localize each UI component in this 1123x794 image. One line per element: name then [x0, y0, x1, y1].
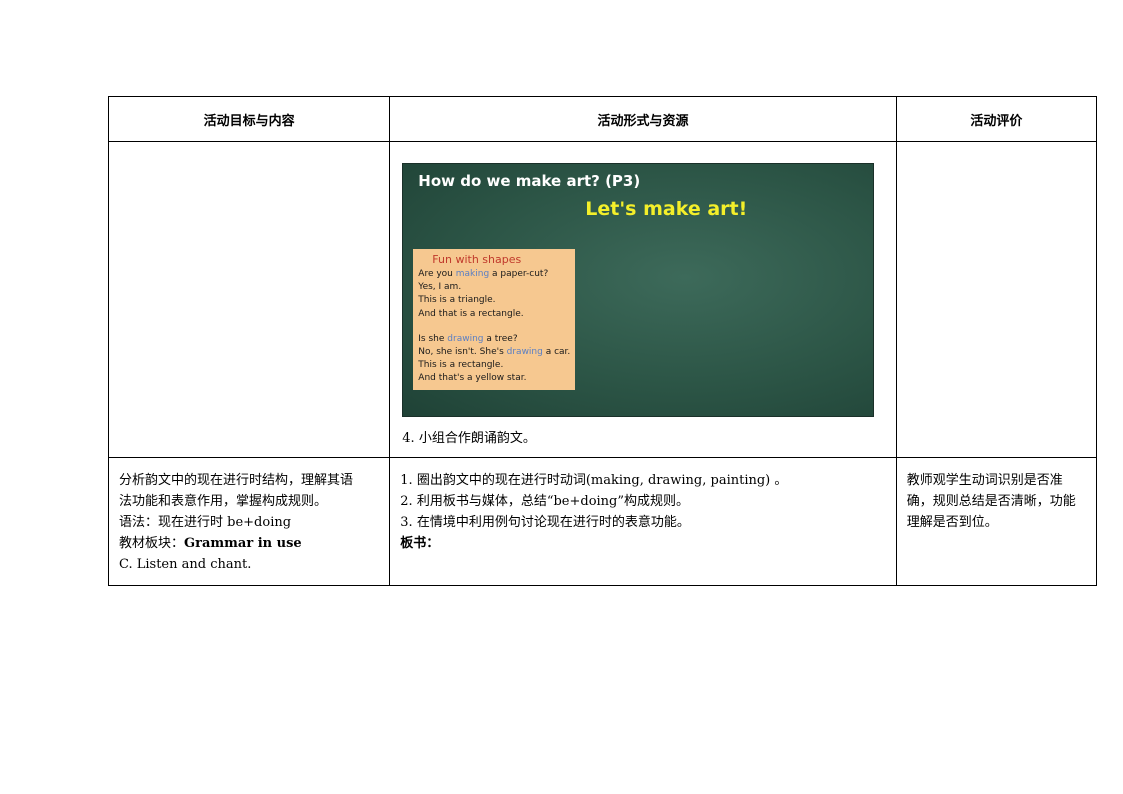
- card-text: Is she: [418, 333, 448, 344]
- sub-line: C. Listen and chant.: [119, 557, 252, 572]
- highlighted-verb: drawing: [506, 347, 543, 358]
- card-title: Fun with shapes: [432, 253, 522, 266]
- lesson-plan-table: 活动目标与内容 活动形式与资源 活动评价 How do we make art?…: [107, 96, 1098, 586]
- module-value: Grammar in use: [184, 536, 302, 551]
- card-group-2: Is she drawing a tree? No, she isn't. She…: [418, 333, 570, 386]
- card-group-1: Are you making a paper-cut? Yes, I am. Thi…: [418, 268, 570, 321]
- card-line: And that is a rectangle.: [418, 308, 570, 321]
- card-text: And that's a yellow star.: [418, 373, 527, 384]
- activity-item: 1. 圈出韵文中的现在进行时动词(making, drawing, painti…: [400, 473, 788, 488]
- activity-caption: 4. 小组合作朗诵韵文。: [402, 431, 536, 446]
- evaluation-cell: 教师观学生动词识别是否准 确，规则总结是否清晰，功能 理解是否到位。: [895, 457, 1098, 586]
- slide-question: How do we make art? (P3): [418, 172, 641, 190]
- header-row: 活动目标与内容 活动形式与资源 活动评价: [107, 96, 1098, 142]
- goal-line: 法功能和表意作用，掌握构成规则。: [119, 494, 328, 509]
- header-goals: 活动目标与内容: [107, 96, 391, 142]
- table-row: How do we make art? (P3) Let's make art!…: [107, 141, 1098, 458]
- highlighted-verb: drawing: [447, 333, 484, 344]
- card-text: Yes, I am.: [418, 282, 462, 293]
- card-line: And that's a yellow star.: [418, 372, 570, 385]
- card-line: Are you making a paper-cut?: [418, 268, 570, 281]
- goals-cell-empty: [107, 141, 391, 458]
- lesson-slide-image: How do we make art? (P3) Let's make art!…: [402, 163, 875, 417]
- evaluation-cell-empty: [895, 141, 1098, 458]
- card-text: And that is a rectangle.: [418, 308, 524, 319]
- card-line: This is a triangle.: [418, 294, 570, 307]
- slide-title: Let's make art!: [585, 198, 748, 220]
- goal-line: 分析韵文中的现在进行时结构，理解其语: [119, 473, 354, 488]
- activity-item: 3. 在情境中利用例句讨论现在进行时的表意功能。: [400, 515, 690, 530]
- activity-item: 2. 利用板书与媒体，总结“be+doing”构成规则。: [400, 494, 690, 509]
- board-label: 板书：: [400, 536, 440, 551]
- evaluation-line: 教师观学生动词识别是否准: [906, 473, 1063, 488]
- evaluation-line: 确，规则总结是否清晰，功能: [906, 494, 1076, 509]
- card-line: Yes, I am.: [418, 281, 570, 294]
- card-text: a car.: [542, 347, 571, 358]
- goal-line: 语法：现在进行时 be+doing: [119, 515, 292, 530]
- card-text: This is a rectangle.: [418, 360, 504, 371]
- chant-card: Fun with shapes Are you making a paper-c…: [413, 249, 576, 390]
- card-text: Are you: [418, 269, 456, 279]
- activities-cell: How do we make art? (P3) Let's make art!…: [389, 141, 897, 458]
- card-text: a tree?: [483, 333, 518, 344]
- card-text: This is a triangle.: [418, 295, 496, 306]
- module-line: 教材板块：Grammar in use: [119, 533, 379, 554]
- card-text: No, she isn't. She's: [418, 347, 507, 358]
- card-line: This is a rectangle.: [418, 359, 570, 372]
- card-line: Is she drawing a tree?: [418, 333, 570, 346]
- card-line: No, she isn't. She's drawing a car.: [418, 346, 570, 359]
- header-activities: 活动形式与资源: [389, 96, 897, 142]
- card-text: a paper-cut?: [489, 269, 549, 279]
- highlighted-verb: making: [455, 269, 490, 279]
- goals-cell: 分析韵文中的现在进行时结构，理解其语 法功能和表意作用，掌握构成规则。 语法：现…: [107, 457, 391, 586]
- header-evaluation: 活动评价: [895, 96, 1098, 142]
- table-row: 分析韵文中的现在进行时结构，理解其语 法功能和表意作用，掌握构成规则。 语法：现…: [107, 457, 1098, 586]
- module-label: 教材板块：: [119, 536, 185, 551]
- activities-cell: 1. 圈出韵文中的现在进行时动词(making, drawing, painti…: [389, 457, 897, 586]
- evaluation-line: 理解是否到位。: [906, 515, 998, 530]
